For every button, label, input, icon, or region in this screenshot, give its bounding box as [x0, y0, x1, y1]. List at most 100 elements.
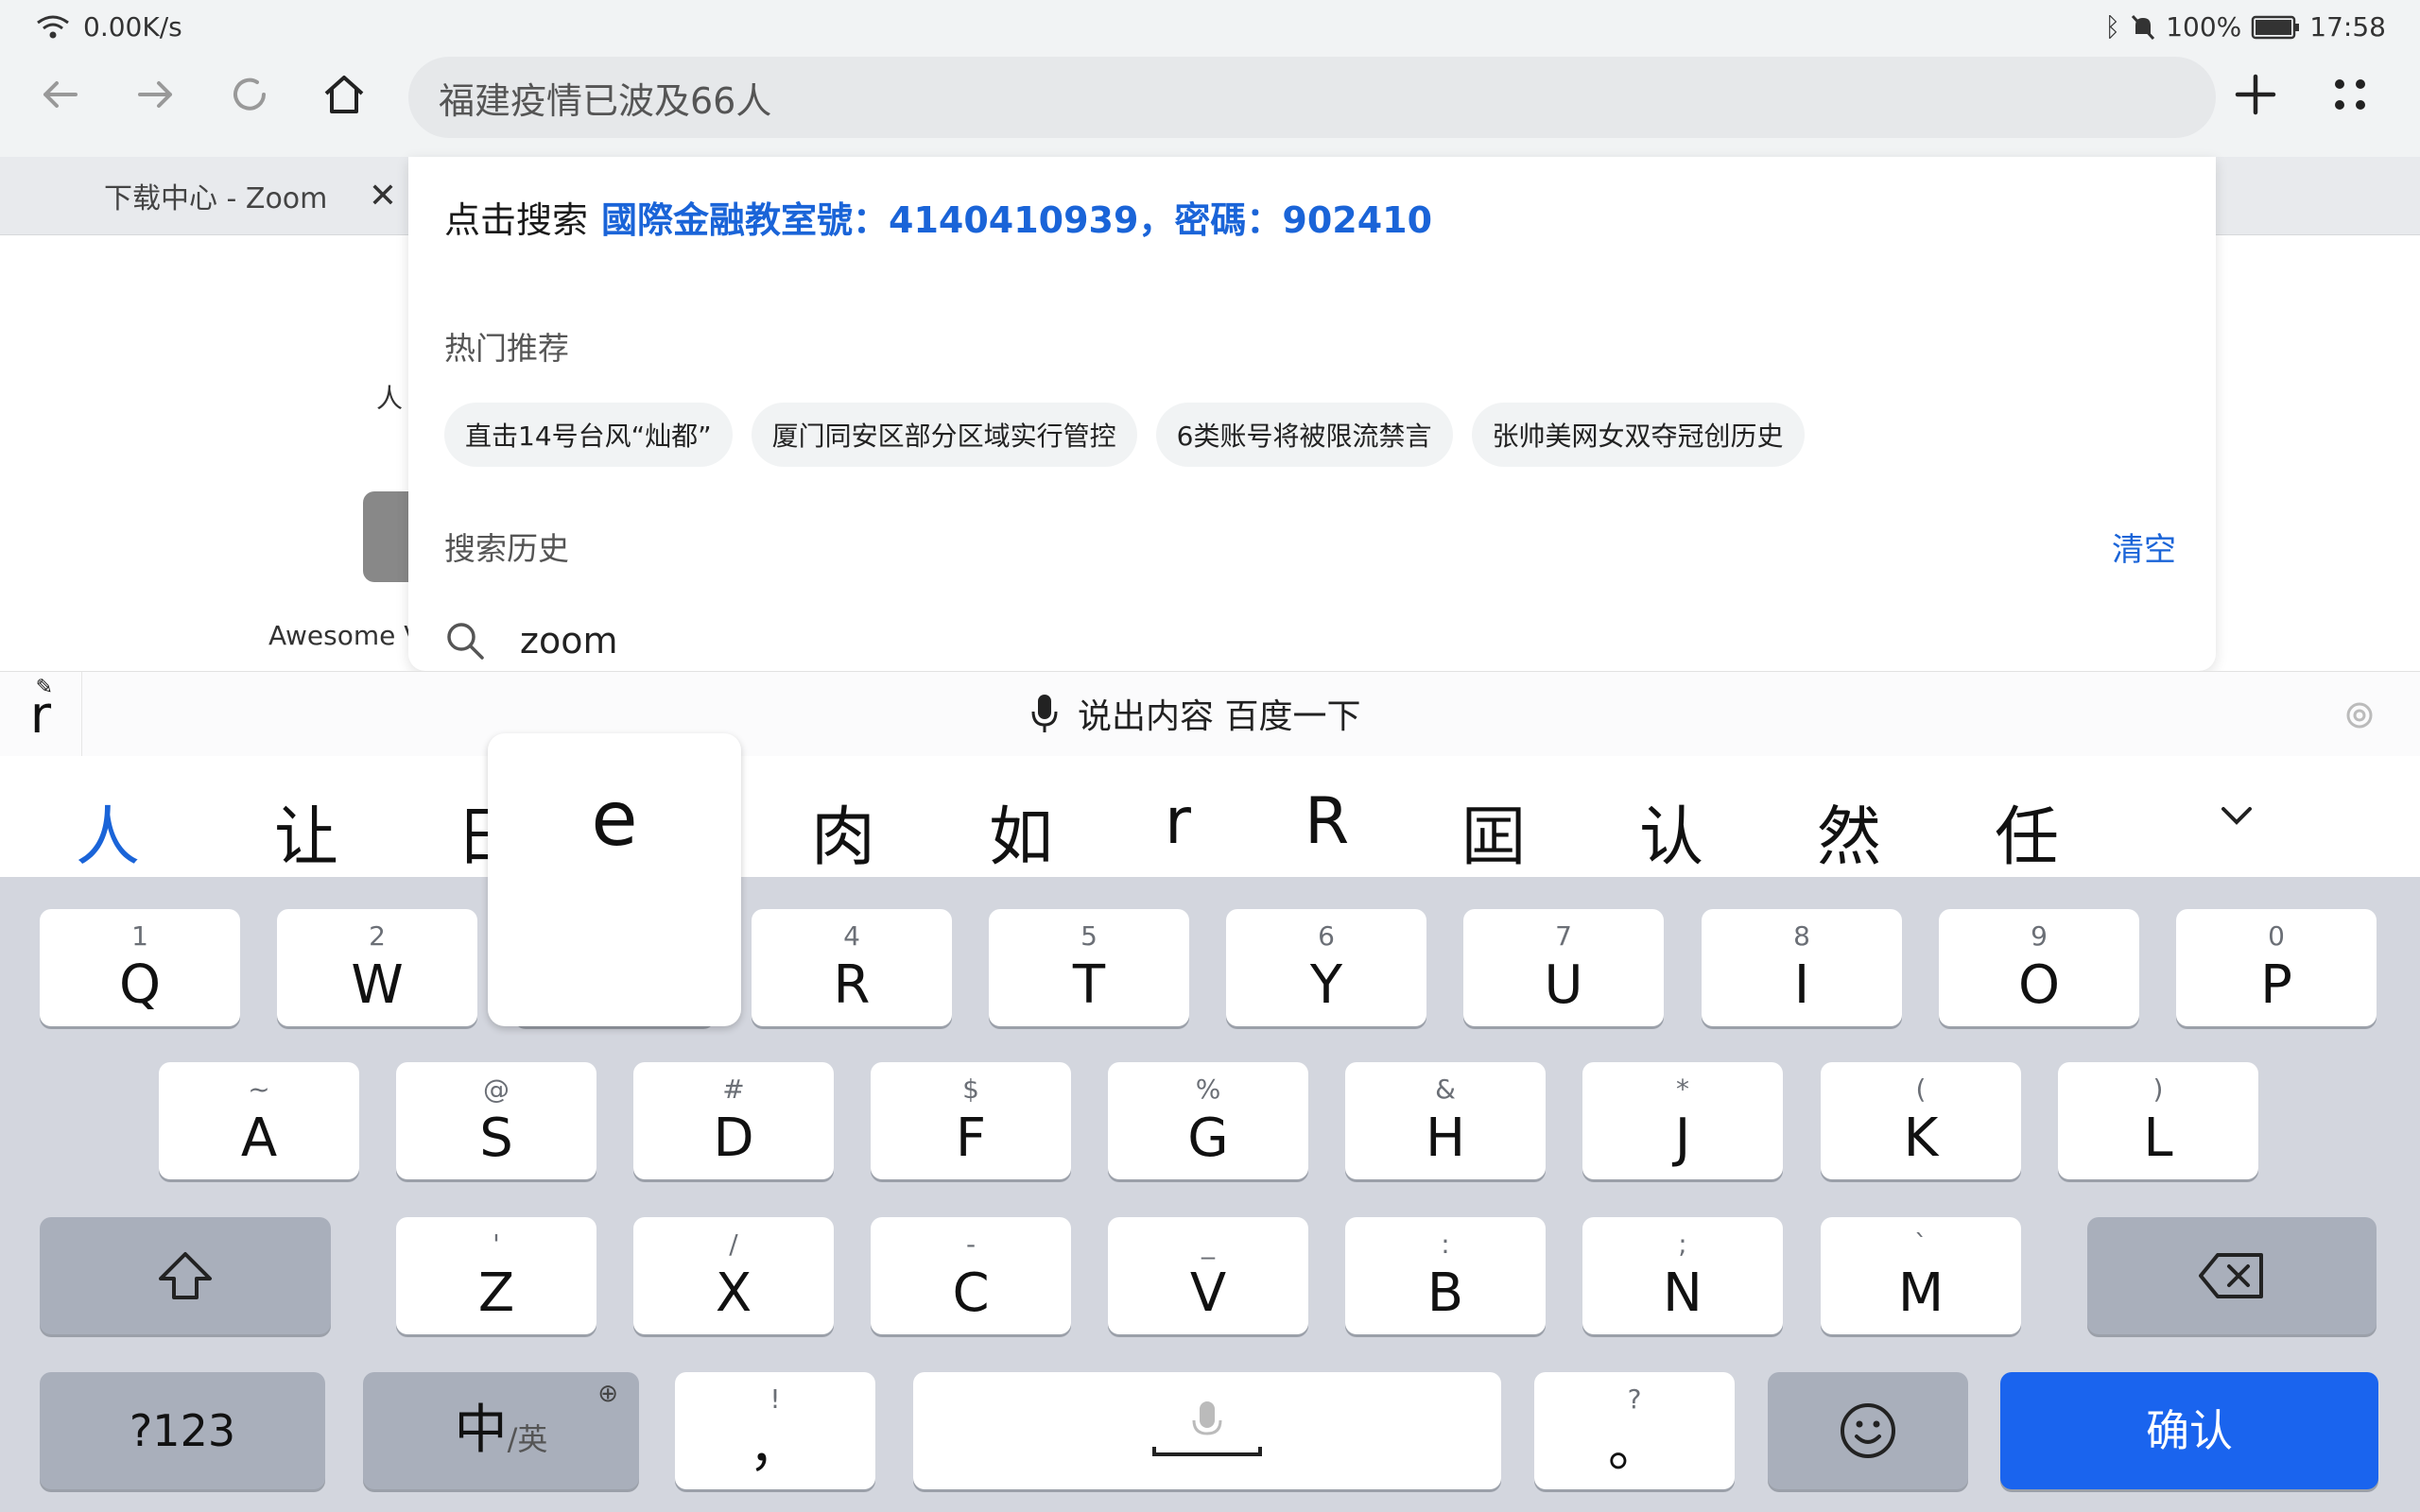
chevron-down-icon[interactable]: [2216, 798, 2257, 835]
candidate[interactable]: 肉: [811, 784, 875, 878]
key-press-preview-letter: e: [591, 774, 638, 863]
hot-chip[interactable]: 6类账号将被限流禁言: [1155, 403, 1453, 467]
key-k[interactable]: (K: [1821, 1062, 2021, 1179]
key-hint: 8: [1793, 920, 1810, 952]
language-switch-key[interactable]: 中 /英 ⊕: [363, 1372, 639, 1489]
key-label: T: [1072, 954, 1106, 1016]
home-icon: [324, 76, 364, 113]
candidate[interactable]: 任: [1995, 784, 2059, 878]
status-right: ᛒ 100% 17:58: [2104, 11, 2386, 43]
key-label: K: [1903, 1108, 1939, 1169]
symbols-key[interactable]: ?123: [40, 1372, 325, 1489]
address-bar[interactable]: [408, 57, 2216, 138]
key-t[interactable]: 5T: [989, 909, 1189, 1026]
back-button[interactable]: [30, 64, 91, 125]
soft-keyboard: 1Q 2W 3E 4R 5T 6Y 7U 8I 9O 0P ~A @S #D $…: [0, 877, 2420, 1512]
new-tab-button[interactable]: [2225, 64, 2286, 125]
confirm-button[interactable]: 确认: [2000, 1372, 2378, 1489]
key-m[interactable]: ` M: [1821, 1217, 2021, 1334]
ime-top-strip: r ✎ 说出内容 百度一下: [0, 671, 2420, 757]
key-c[interactable]: -C: [871, 1217, 1071, 1334]
candidate[interactable]: R: [1305, 784, 1349, 859]
key-p[interactable]: 0P: [2176, 909, 2377, 1026]
pencil-icon[interactable]: ✎: [36, 676, 53, 699]
key-v[interactable]: _ V: [1108, 1217, 1308, 1334]
key-w[interactable]: 2W: [277, 909, 477, 1026]
key-a[interactable]: ~ A: [159, 1062, 359, 1179]
voice-search-hint[interactable]: 说出内容 百度一下: [1030, 689, 1360, 738]
key-hint: 5: [1080, 920, 1098, 952]
key-label: G: [1187, 1108, 1229, 1169]
hot-chip[interactable]: 厦门同安区部分区域实行管控: [751, 403, 1137, 467]
key-j[interactable]: * J: [1582, 1062, 1783, 1179]
key-hint: 2: [369, 920, 386, 952]
key-label: Y: [1309, 954, 1343, 1016]
click-search-query[interactable]: 國際金融教室號：4140410939，密碼：902410: [601, 191, 1432, 243]
key-i[interactable]: 8I: [1702, 909, 1902, 1026]
home-button[interactable]: [314, 64, 374, 125]
net-speed: 0.00K/s: [83, 11, 182, 43]
key-l[interactable]: ) L: [2058, 1062, 2258, 1179]
backspace-key[interactable]: [2087, 1217, 2377, 1334]
shift-icon: [159, 1252, 212, 1299]
globe-icon: ⊕: [597, 1380, 618, 1408]
key-d[interactable]: # D: [633, 1062, 834, 1179]
candidate[interactable]: 认: [1639, 784, 1703, 878]
key-sublabel: /英: [507, 1421, 548, 1457]
key-hint: 6: [1318, 920, 1335, 952]
click-search-row[interactable]: 点击搜索 國際金融教室號：4140410939，密碼：902410: [444, 191, 1432, 243]
key-x[interactable]: / X: [633, 1217, 834, 1334]
key-n[interactable]: ; N: [1582, 1217, 1783, 1334]
candidate[interactable]: 人: [76, 784, 140, 878]
candidate[interactable]: 如: [989, 784, 1053, 878]
gear-icon[interactable]: [2342, 698, 2377, 732]
key-label: M: [1897, 1263, 1945, 1324]
space-key[interactable]: [913, 1372, 1501, 1489]
key-label: F: [955, 1108, 987, 1169]
key-q[interactable]: 1Q: [40, 909, 240, 1026]
key-hint: 7: [1555, 920, 1572, 952]
period-key[interactable]: ?。: [1534, 1372, 1735, 1489]
menu-button[interactable]: [2320, 64, 2380, 125]
key-label: ?123: [129, 1405, 236, 1456]
shift-key[interactable]: [40, 1217, 331, 1334]
key-h[interactable]: & H: [1345, 1062, 1546, 1179]
hot-chip[interactable]: 张帅美网女双夺冠创历史: [1471, 403, 1805, 467]
close-icon[interactable]: ✕: [369, 177, 397, 215]
key-hint: &: [1435, 1074, 1456, 1105]
key-hint: `: [1914, 1228, 1927, 1260]
arrow-right-icon: [138, 81, 172, 108]
key-hint: @: [483, 1074, 510, 1105]
tab-zoom-download[interactable]: 下载中心 - Zoom ✕: [57, 157, 416, 234]
history-item-label: zoom: [520, 620, 618, 662]
candidate[interactable]: 让: [274, 784, 338, 878]
comma-key[interactable]: !，: [675, 1372, 875, 1489]
search-icon: [447, 623, 484, 660]
key-label: N: [1663, 1263, 1703, 1324]
key-z[interactable]: ' Z: [396, 1217, 596, 1334]
emoji-key[interactable]: [1768, 1372, 1968, 1489]
key-r[interactable]: 4R: [752, 909, 952, 1026]
key-o[interactable]: 9O: [1939, 909, 2139, 1026]
candidate[interactable]: 然: [1817, 784, 1881, 878]
key-s[interactable]: @ S: [396, 1062, 596, 1179]
candidate[interactable]: 囸: [1461, 784, 1526, 878]
reload-button[interactable]: [219, 64, 280, 125]
key-label: W: [351, 954, 404, 1016]
clear-history-button[interactable]: 清空: [2112, 524, 2176, 570]
history-item[interactable]: zoom: [444, 620, 617, 662]
key-y[interactable]: 6Y: [1226, 909, 1426, 1026]
candidate[interactable]: r: [1165, 784, 1191, 859]
key-f[interactable]: $ F: [871, 1062, 1071, 1179]
history-section-title: 搜索历史: [444, 530, 569, 567]
key-g[interactable]: % G: [1108, 1062, 1308, 1179]
wifi-icon: [37, 15, 69, 38]
key-hint: 1: [131, 920, 148, 952]
key-b[interactable]: :B: [1345, 1217, 1546, 1334]
hot-chip[interactable]: 直击14号台风“灿都”: [444, 403, 733, 467]
search-input[interactable]: [437, 76, 2142, 119]
key-u[interactable]: 7U: [1463, 909, 1664, 1026]
forward-button[interactable]: [125, 64, 185, 125]
ime-composing-text[interactable]: r ✎: [0, 672, 82, 757]
key-label: S: [479, 1108, 513, 1169]
